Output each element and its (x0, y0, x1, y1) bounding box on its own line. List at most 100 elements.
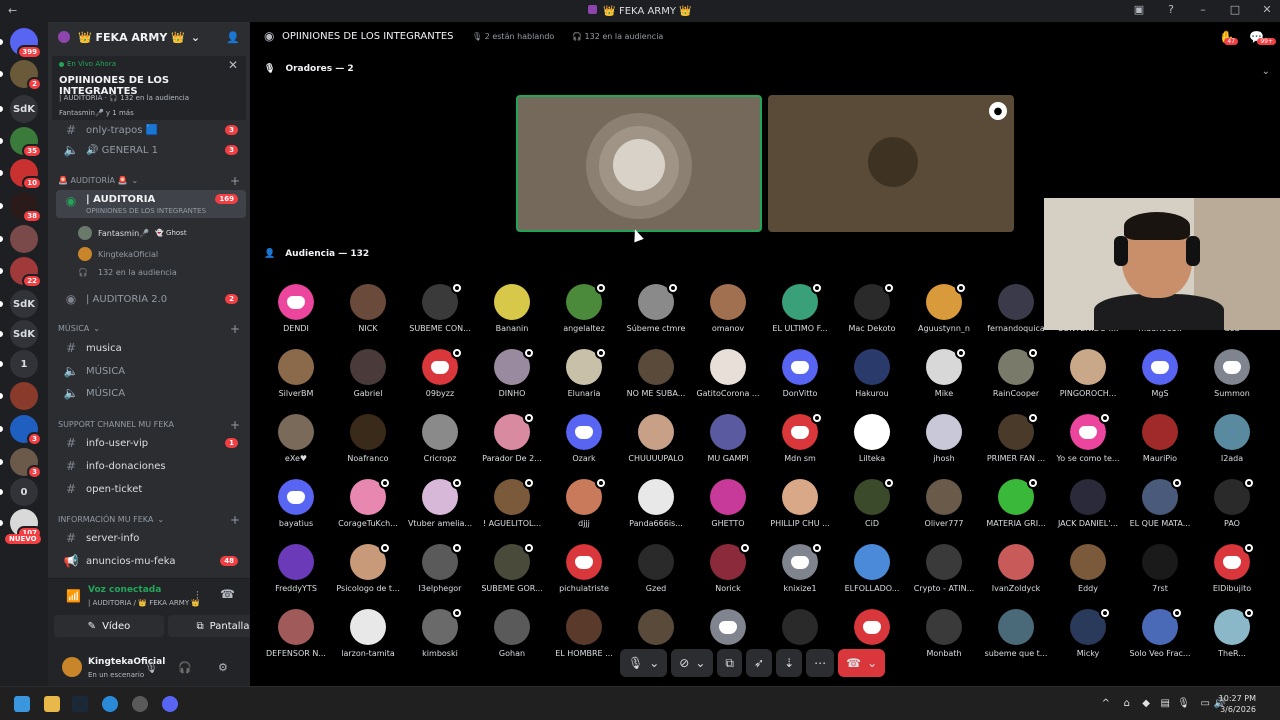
server-icon[interactable] (10, 225, 38, 253)
close-icon[interactable]: ✕ (228, 58, 238, 72)
audience-member[interactable]: Summon (1196, 349, 1268, 411)
screen-share-button[interactable]: ⧉ Pantalla (168, 615, 250, 637)
audience-member[interactable]: MU GAMPI (692, 414, 764, 476)
speaker-tile[interactable]: ● (768, 95, 1014, 232)
avatar[interactable] (62, 657, 82, 677)
audience-member[interactable]: PAO (1196, 477, 1268, 541)
audience-member[interactable]: CHUUUUPALO (620, 414, 692, 476)
channel-auditoria-2[interactable]: ◉ | AUDITORIA 2.0 2 (56, 289, 246, 309)
server-icon[interactable]: 2 (10, 60, 42, 91)
audience-member[interactable]: RainCooper (980, 347, 1052, 411)
back-arrow-icon[interactable]: ← (8, 4, 17, 17)
audience-member[interactable]: FreddyYTS (260, 544, 332, 606)
close-window-icon[interactable]: ✕ (1260, 2, 1274, 16)
channel-open-ticket[interactable]: # open-ticket (56, 479, 246, 499)
audience-member[interactable]: NICK (332, 284, 404, 346)
settings-app-icon[interactable] (132, 696, 148, 712)
audience-member[interactable]: fernandoquica (980, 284, 1052, 346)
more-button[interactable]: ⋯ (806, 649, 835, 677)
audience-member[interactable]: GHETTO (692, 479, 764, 541)
gear-icon[interactable]: ⚙ (218, 661, 228, 674)
audience-member[interactable]: Aguustynn_n (908, 282, 980, 346)
edge-icon[interactable] (102, 696, 118, 712)
channel-musica[interactable]: # musica (56, 338, 246, 358)
channel-info-donaciones[interactable]: # info-donaciones (56, 456, 246, 476)
server-icon[interactable]: SdK (10, 95, 38, 123)
category-info[interactable]: INFORMACIÓN MU FEKA ⌄ + (58, 513, 244, 527)
tray-app-icon[interactable]: ◆ (1142, 698, 1150, 709)
tray-app-icon[interactable]: ▤ (1161, 698, 1170, 709)
audience-count-row[interactable]: 🎧 132 en la audiencia (78, 268, 177, 277)
audience-member[interactable]: Eddy (1052, 544, 1124, 606)
chevron-up-icon[interactable]: ^ (1102, 698, 1110, 709)
server-icon[interactable]: 107 (10, 509, 42, 540)
audience-member[interactable]: SUBEME GOR... (476, 542, 548, 606)
audience-member[interactable]: JACK DANIEL'... (1052, 479, 1124, 541)
server-icon[interactable]: 22 (10, 257, 42, 288)
server-icon[interactable]: 399 (10, 28, 42, 59)
audience-member[interactable]: CorageTuKch... (332, 477, 404, 541)
server-icon[interactable]: 3 (10, 448, 42, 479)
audience-member[interactable]: GatitoCorona ... (692, 349, 764, 411)
audience-member[interactable]: Oliver777 (908, 479, 980, 541)
audience-member[interactable]: Parador De 2... (476, 412, 548, 476)
activities-button[interactable]: ➶ (746, 649, 773, 677)
help-icon[interactable]: ? (1164, 2, 1178, 16)
minimize-icon[interactable]: – (1196, 2, 1210, 16)
audience-member[interactable]: Mike (908, 347, 980, 411)
disconnect-icon[interactable]: ☎ (220, 587, 235, 601)
audience-member[interactable]: Vtuber amelia... (404, 477, 476, 541)
server-icon[interactable]: 35 (10, 127, 42, 158)
audience-member[interactable]: Elunaria (548, 347, 620, 411)
audience-member[interactable]: I3elphegor (404, 542, 476, 606)
audience-member[interactable]: Gabriel (332, 349, 404, 411)
guild-header[interactable]: 👑 FEKA ARMY 👑 ⌄ 👤 (48, 22, 250, 52)
audience-member[interactable]: Psicologo de t... (332, 542, 404, 606)
audience-member[interactable]: angelaltez (548, 282, 620, 346)
audience-member[interactable]: Yo se como te... (1052, 412, 1124, 476)
category-auditoria[interactable]: 🚨 AUDITORÍA 🚨 ⌄ + (58, 174, 244, 188)
audience-member[interactable]: Panda666is... (620, 479, 692, 541)
audience-member[interactable]: DonVitto (764, 349, 836, 411)
audience-member[interactable]: Lilteka (836, 414, 908, 476)
audience-member[interactable]: CiD (836, 477, 908, 541)
speaker-tile[interactable] (516, 95, 762, 232)
channel-server-info[interactable]: # server-info (56, 528, 246, 548)
headphones-icon[interactable]: 🎧 (178, 661, 192, 674)
channel-musica-voice[interactable]: 🔈 MÚSICA (56, 361, 246, 381)
channel-only-trapos[interactable]: # only-trapos 🟦 3 (56, 120, 246, 140)
audience-member[interactable]: Mac Dekoto (836, 282, 908, 346)
file-explorer-icon[interactable] (44, 696, 60, 712)
audience-member[interactable]: bayatius (260, 479, 332, 541)
inbox-icon[interactable]: ▣ (1132, 2, 1146, 16)
audience-member[interactable]: eXe♥ (260, 414, 332, 476)
channel-musica-voice-2[interactable]: 🔈 MÚSICA (56, 383, 246, 403)
system-clock[interactable]: 10:27 PM 3/6/2026 (1219, 693, 1256, 715)
stage-user[interactable]: KingtekaOficial (78, 247, 158, 261)
add-channel-icon[interactable]: + (230, 322, 240, 336)
add-channel-icon[interactable]: + (230, 513, 240, 527)
audience-member[interactable]: Micky (1052, 607, 1124, 671)
audience-member[interactable]: MATERIA GRI... (980, 477, 1052, 541)
channel-anuncios[interactable]: 📢 anuncios-mu-feka 48 (56, 551, 246, 571)
audience-member[interactable]: 7rst (1124, 544, 1196, 606)
audience-member[interactable]: kimboski (404, 607, 476, 671)
share-screen-button[interactable]: ⧉ (717, 649, 742, 677)
audience-member[interactable]: Ozark (548, 414, 620, 476)
audience-member[interactable]: TheR... (1196, 607, 1268, 671)
server-icon[interactable]: SdK (10, 290, 38, 318)
audience-member[interactable]: EL ULTIMO F... (764, 282, 836, 346)
audience-member[interactable]: ELFOLLADO... (836, 544, 908, 606)
audience-member[interactable]: ElDibujito (1196, 542, 1268, 606)
audience-member[interactable]: Crypto - ATIN... (908, 544, 980, 606)
channel-general-1[interactable]: 🔈 🔊 GENERAL 1 3 (56, 140, 246, 160)
live-now-card[interactable]: En Vivo Ahora OPIINIONES DE LOS INTEGRAN… (52, 56, 246, 120)
audience-member[interactable]: Gohan (476, 609, 548, 671)
server-icon[interactable]: 10 (10, 159, 42, 190)
audience-member[interactable]: Cricropz (404, 414, 476, 476)
audience-member[interactable]: PINGOROCH... (1052, 349, 1124, 411)
audience-member[interactable]: 09byzz (404, 347, 476, 411)
discord-app-icon[interactable] (162, 696, 178, 712)
video-button[interactable]: ✎ Vídeo (54, 615, 164, 637)
audience-member[interactable]: jhosh (908, 414, 980, 476)
